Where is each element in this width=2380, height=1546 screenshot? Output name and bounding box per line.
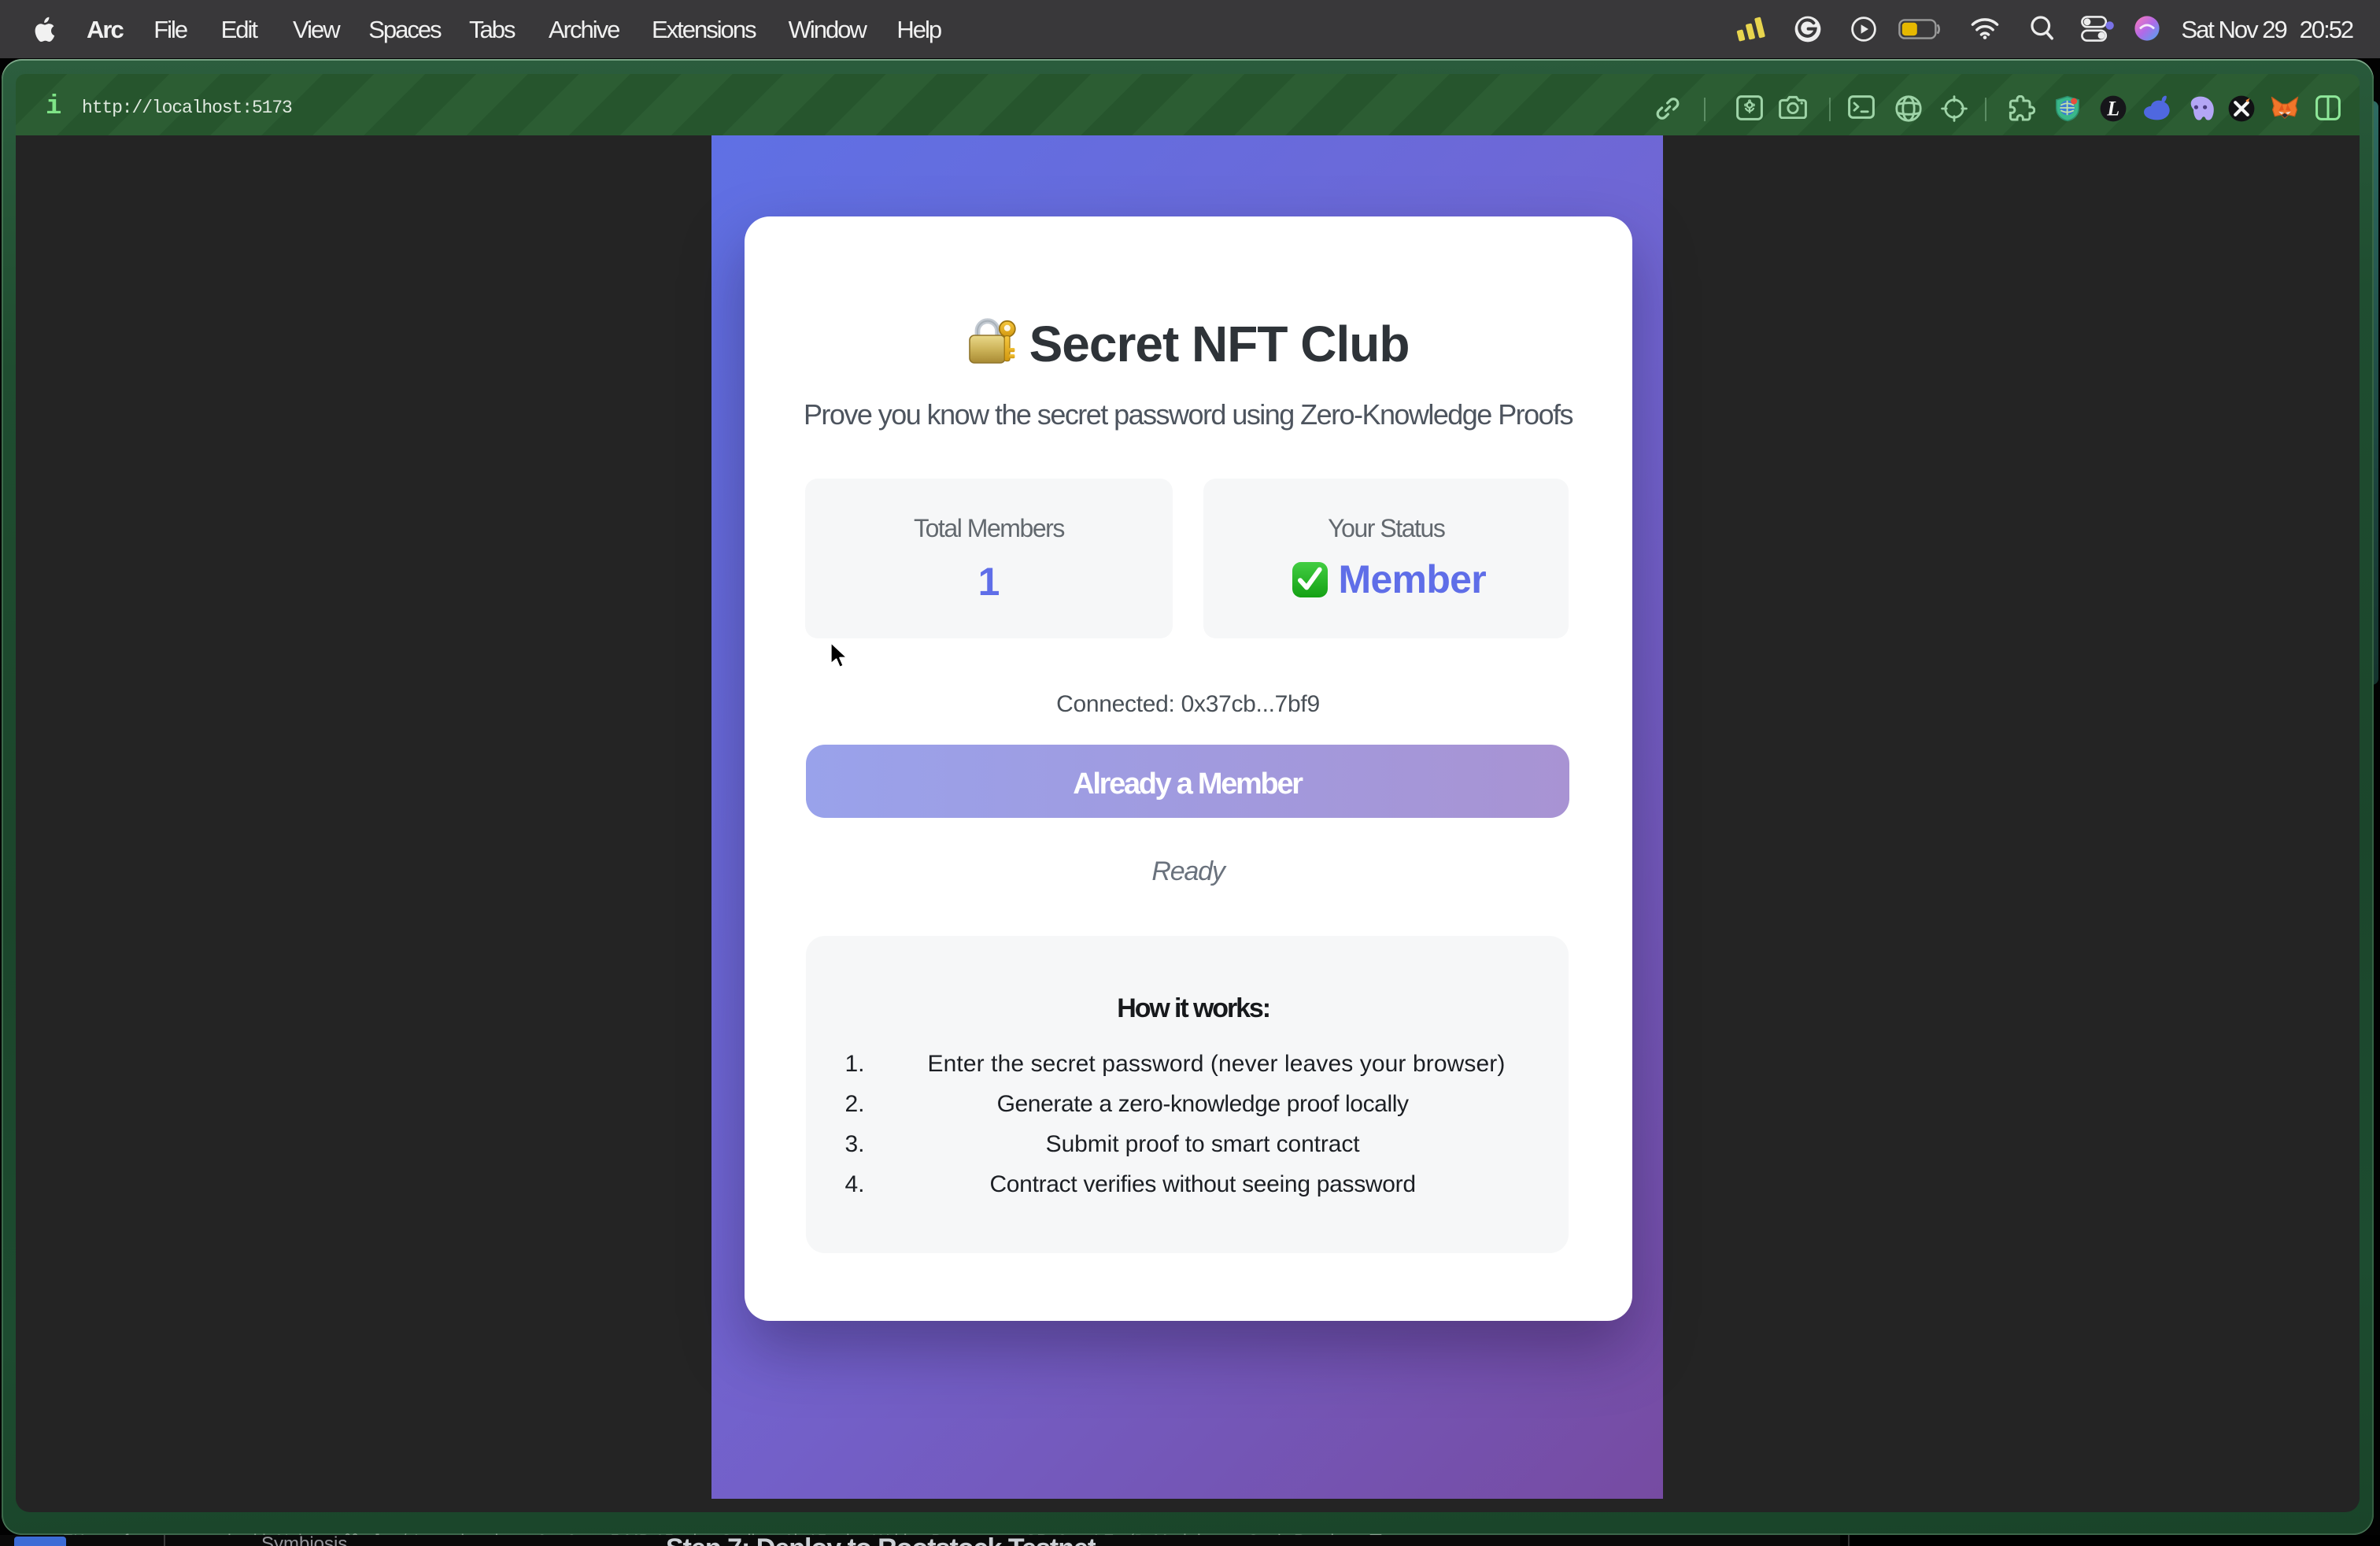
svg-text:L: L — [2106, 98, 2119, 120]
